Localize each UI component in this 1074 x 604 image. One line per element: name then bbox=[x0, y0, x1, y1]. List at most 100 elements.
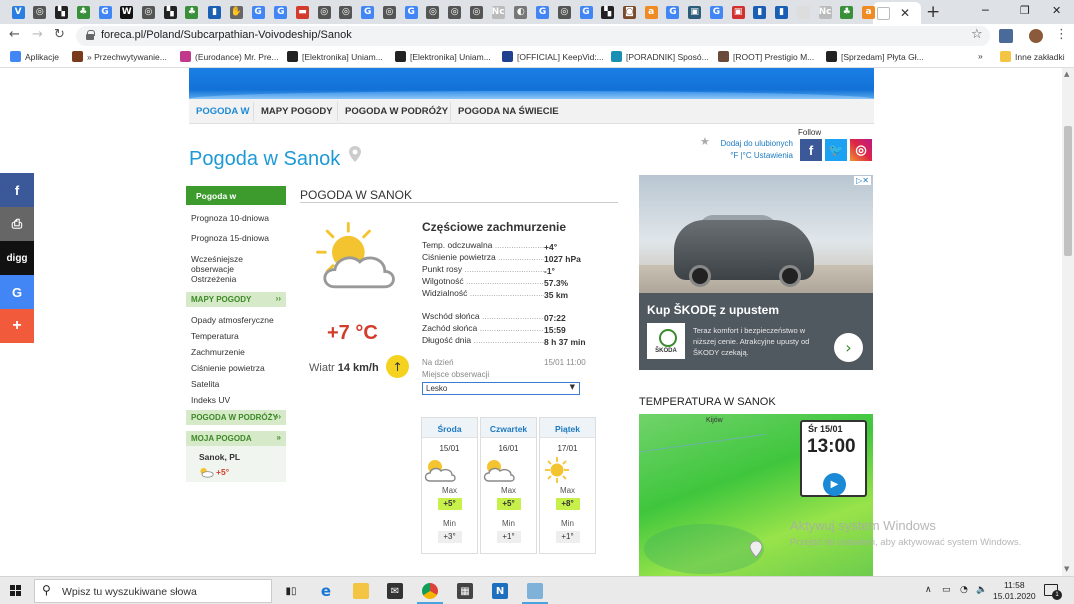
browser-tab[interactable]: ▮ bbox=[771, 3, 792, 21]
chevron-right-icon[interactable]: › bbox=[834, 333, 863, 362]
browser-tab[interactable]: ▚ bbox=[51, 3, 72, 21]
close-tab-icon[interactable]: ✕ bbox=[900, 6, 910, 20]
browser-tab[interactable]: W bbox=[116, 3, 137, 21]
sidebar-item-warnings[interactable]: Ostrzeżenia bbox=[191, 274, 236, 284]
sidebar-head-maps[interactable]: MAPY POGODY ›› bbox=[186, 292, 286, 307]
windows-start-icon[interactable] bbox=[10, 585, 22, 597]
browser-tab[interactable]: ▚ bbox=[160, 3, 181, 21]
forward-button[interactable]: → bbox=[32, 27, 43, 42]
browser-tab[interactable]: a bbox=[858, 3, 879, 21]
nav-pogoda-na-swiecie[interactable]: POGODA NA ŚWIECIE bbox=[458, 106, 559, 117]
browser-tab[interactable]: ♣ bbox=[181, 3, 202, 21]
browser-tab[interactable]: ▣ bbox=[684, 3, 705, 21]
active-tab[interactable]: ✕ bbox=[873, 2, 921, 24]
forecast-card-thursday[interactable]: Czwartek 16/01 Max +5° Min +1° bbox=[480, 417, 537, 554]
play-icon[interactable]: ▶ bbox=[823, 473, 846, 496]
ad-headline[interactable]: Kup ŠKODĘ z upustem bbox=[647, 303, 779, 317]
bookmark-item[interactable]: » Przechwytywanie... bbox=[72, 51, 167, 62]
scroll-thumb[interactable] bbox=[1064, 126, 1072, 256]
browser-tab[interactable]: G bbox=[401, 3, 422, 21]
new-tab-button[interactable]: + bbox=[926, 2, 940, 22]
bookmark-item[interactable]: [Sprzedam] Płyta Gł... bbox=[826, 51, 924, 62]
taskbar-search-input[interactable]: ⚲ Wpisz tu wyszukiwane słowa bbox=[34, 579, 272, 603]
sidebar-item-uv[interactable]: Indeks UV bbox=[191, 395, 230, 405]
bookmark-item[interactable]: [Elektronika] Uniam... bbox=[287, 51, 383, 62]
browser-tab[interactable]: ▮ bbox=[749, 3, 770, 21]
instagram-icon[interactable]: ◎ bbox=[850, 139, 872, 161]
file-explorer-icon[interactable] bbox=[353, 583, 369, 599]
browser-tab[interactable]: a bbox=[641, 3, 662, 21]
unit-settings-link[interactable]: °F |°C Ustawienia bbox=[701, 150, 793, 162]
browser-tab[interactable]: ◎ bbox=[444, 3, 465, 21]
browser-tab[interactable]: G bbox=[706, 3, 727, 21]
browser-tab[interactable]: ▬ bbox=[292, 3, 313, 21]
profile-avatar[interactable] bbox=[1029, 29, 1043, 43]
menu-icon[interactable]: ⋮ bbox=[1055, 27, 1068, 42]
browser-tab[interactable]: ◎ bbox=[422, 3, 443, 21]
browser-tab[interactable]: ♣ bbox=[836, 3, 857, 21]
close-window-button[interactable]: ✕ bbox=[1052, 4, 1061, 17]
browser-tab[interactable]: ◎ bbox=[379, 3, 400, 21]
browser-tab[interactable]: ▮ bbox=[204, 3, 225, 21]
notepad-icon[interactable] bbox=[527, 583, 543, 599]
sidebar-item-past-observations[interactable]: Wcześniejsze obserwacje bbox=[191, 254, 286, 274]
nav-pogoda-w-podrozy[interactable]: POGODA W PODRÓŻY bbox=[345, 106, 448, 117]
back-button[interactable]: ← bbox=[9, 27, 20, 42]
bookmark-star-icon[interactable]: ☆ bbox=[971, 27, 983, 42]
twitter-icon[interactable]: 🐦 bbox=[825, 139, 847, 161]
browser-tab[interactable]: Nc bbox=[488, 3, 509, 21]
forecast-card-friday[interactable]: Piątek 17/01 Max +8° Min +1° bbox=[539, 417, 596, 554]
sidebar-item-15-day[interactable]: Prognoza 15-dniowa bbox=[191, 233, 269, 243]
other-bookmarks[interactable]: Inne zakładki bbox=[1000, 51, 1065, 62]
nav-pogoda-w[interactable]: POGODA W bbox=[196, 106, 249, 117]
browser-tab[interactable]: ◎ bbox=[314, 3, 335, 21]
browser-tab[interactable]: ▚ bbox=[597, 3, 618, 21]
maximize-button[interactable]: ❐ bbox=[1020, 4, 1030, 17]
nav-mapy-pogody[interactable]: MAPY POGODY bbox=[261, 106, 333, 117]
task-view-icon[interactable]: ▮▯ bbox=[283, 583, 299, 599]
browser-tab[interactable]: ◎ bbox=[554, 3, 575, 21]
browser-tab[interactable]: ▣ bbox=[728, 3, 749, 21]
browser-tab[interactable]: ◎ bbox=[29, 3, 50, 21]
share-facebook-icon[interactable]: f bbox=[0, 173, 34, 207]
extension-icon[interactable] bbox=[999, 29, 1013, 43]
sidebar-item-precipitation[interactable]: Opady atmosferyczne bbox=[191, 315, 274, 325]
scroll-up-icon[interactable]: ▲ bbox=[1064, 70, 1069, 78]
calculator-icon[interactable]: ▦ bbox=[457, 583, 473, 599]
station-select[interactable]: Lesko ▼ bbox=[422, 382, 580, 395]
add-favorite-link[interactable]: Dodaj do ulubionych °F |°C Ustawienia bbox=[701, 138, 794, 162]
bookmarks-overflow[interactable]: » bbox=[978, 51, 983, 61]
sidebar-item-pressure[interactable]: Ciśnienie powietrza bbox=[191, 363, 265, 373]
share-google-icon[interactable]: G bbox=[0, 275, 34, 309]
browser-tab[interactable]: ✋ bbox=[226, 3, 247, 21]
sidebar-item-pogoda-w[interactable]: Pogoda w bbox=[186, 186, 286, 205]
add-favorite-label[interactable]: Dodaj do ulubionych bbox=[701, 138, 794, 150]
bookmark-item[interactable]: [Elektronika] Uniam... bbox=[395, 51, 491, 62]
share-digg-icon[interactable]: digg bbox=[0, 241, 34, 275]
browser-tab[interactable]: ◎ bbox=[466, 3, 487, 21]
share-more-icon[interactable]: + bbox=[0, 309, 34, 343]
sidebar-item-10-day[interactable]: Prognoza 10-dniowa bbox=[191, 213, 269, 223]
volume-icon[interactable]: 🔈 bbox=[976, 585, 987, 595]
browser-tab[interactable]: ◎ bbox=[138, 3, 159, 21]
battery-icon[interactable]: ▭ bbox=[942, 585, 951, 595]
bookmark-item[interactable]: [OFFICIAL] KeepVid:... bbox=[502, 51, 604, 62]
bookmark-item[interactable]: Aplikacje bbox=[10, 51, 59, 62]
network-icon[interactable]: ◔ bbox=[960, 585, 968, 595]
sidebar-item-satellite[interactable]: Satelita bbox=[191, 379, 219, 389]
browser-tab[interactable]: V bbox=[8, 3, 29, 21]
edge-icon[interactable]: e bbox=[318, 582, 334, 600]
sidebar-head-travel[interactable]: POGODA W PODRÓŻY ›› bbox=[186, 410, 286, 425]
bookmark-item[interactable]: (Eurodance) Mr. Pre... bbox=[180, 51, 279, 62]
forecast-card-wednesday[interactable]: Środa 15/01 Max +5° Min +3° bbox=[421, 417, 478, 554]
skoda-advertisement[interactable]: ▷✕ Kup ŠKODĘ z upustem ŠKODA Teraz komfo… bbox=[639, 175, 873, 370]
chrome-icon[interactable] bbox=[422, 583, 438, 599]
browser-tab[interactable]: ◎ bbox=[335, 3, 356, 21]
browser-tab[interactable] bbox=[793, 3, 814, 21]
bookmark-item[interactable]: [ROOT] Prestigio M... bbox=[718, 51, 814, 62]
browser-tab[interactable]: G bbox=[532, 3, 553, 21]
sidebar-item-temperature[interactable]: Temperatura bbox=[191, 331, 239, 341]
browser-tab[interactable]: G bbox=[662, 3, 683, 21]
browser-tab[interactable]: G bbox=[248, 3, 269, 21]
browser-tab[interactable]: ◙ bbox=[619, 3, 640, 21]
